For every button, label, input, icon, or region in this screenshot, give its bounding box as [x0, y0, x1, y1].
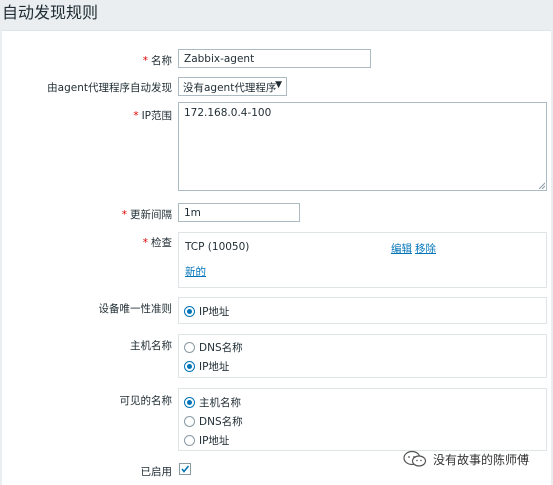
host-name-option-label: IP地址: [199, 361, 230, 373]
uniqueness-label: 设备唯一性准则: [98, 303, 173, 315]
update-interval-label-text: 更新间隔: [130, 209, 172, 221]
radio-unchecked-icon[interactable]: [184, 416, 195, 427]
dropdown-arrow-icon: ▼: [275, 80, 282, 90]
watermark-text: 没有故事的陈师傅: [433, 452, 530, 467]
visible-name-option-label: IP地址: [199, 435, 230, 447]
radio-checked-icon[interactable]: [184, 361, 195, 372]
proxy-select-value: 没有agent代理程序: [183, 82, 277, 94]
page-title: 自动发现规则: [2, 3, 99, 22]
resize-grip-icon[interactable]: [538, 182, 545, 189]
required-asterisk: *: [142, 55, 148, 67]
discovery-rule-form: *名称 由agent代理程序自动发现 没有agent代理程序 ▼ *IP范围 1…: [2, 30, 551, 485]
uniqueness-option-label: IP地址: [199, 306, 230, 318]
checks-box: TCP (10050) 编辑 移除 新的: [178, 232, 547, 288]
proxy-label: 由agent代理程序自动发现: [47, 82, 172, 94]
host-name-radio-group: DNS名称 IP地址: [178, 334, 547, 378]
radio-unchecked-icon[interactable]: [184, 342, 195, 353]
ip-range-label: * IP范围: [133, 108, 172, 123]
visible-name-label: 可见的名称: [119, 395, 173, 407]
name-label-text: 名称: [151, 55, 172, 67]
new-check-link[interactable]: 新的: [185, 264, 206, 279]
watermark: 没有故事的陈师傅: [403, 450, 529, 468]
host-name-label: 主机名称: [130, 340, 172, 352]
name-label: * 名称: [143, 53, 172, 68]
wechat-icon: [403, 450, 427, 467]
radio-checked-icon[interactable]: [184, 306, 195, 317]
ip-range-label-text: IP范围: [141, 110, 172, 122]
uniqueness-radio-group: IP地址: [178, 297, 547, 324]
required-asterisk: *: [142, 237, 148, 249]
checks-label-text: 检查: [151, 237, 172, 249]
visible-name-option-label: DNS名称: [199, 416, 243, 428]
ip-range-textarea[interactable]: 172.168.0.4-100: [178, 102, 547, 191]
ip-range-value: 172.168.0.4-100: [184, 107, 272, 119]
visible-name-option-label: 主机名称: [199, 397, 241, 409]
visible-name-radio-group: 主机名称 DNS名称 IP地址: [178, 388, 547, 451]
name-input[interactable]: [178, 49, 371, 68]
required-asterisk: *: [121, 209, 127, 221]
check-row-name: TCP (10050): [185, 241, 250, 253]
check-edit-link[interactable]: 编辑: [391, 241, 412, 256]
radio-unchecked-icon[interactable]: [184, 435, 195, 446]
enabled-label: 已启用: [140, 466, 173, 478]
host-name-option-dns[interactable]: DNS名称: [184, 340, 243, 355]
visible-name-option-host[interactable]: 主机名称: [184, 395, 241, 410]
radio-checked-icon[interactable]: [184, 397, 195, 408]
checkmark-icon: [181, 465, 190, 473]
visible-name-option-ip[interactable]: IP地址: [184, 433, 229, 448]
uniqueness-option-ip[interactable]: IP地址: [184, 304, 229, 319]
checks-label: * 检查: [143, 235, 172, 250]
proxy-select[interactable]: 没有agent代理程序 ▼: [178, 77, 287, 96]
host-name-option-label: DNS名称: [199, 342, 243, 354]
required-asterisk: *: [133, 110, 139, 122]
update-interval-input[interactable]: [178, 203, 300, 222]
check-remove-link[interactable]: 移除: [415, 241, 436, 256]
enabled-checkbox[interactable]: [179, 463, 191, 475]
update-interval-label: * 更新间隔: [122, 207, 172, 222]
visible-name-option-dns[interactable]: DNS名称: [184, 414, 243, 429]
host-name-option-ip[interactable]: IP地址: [184, 359, 229, 374]
